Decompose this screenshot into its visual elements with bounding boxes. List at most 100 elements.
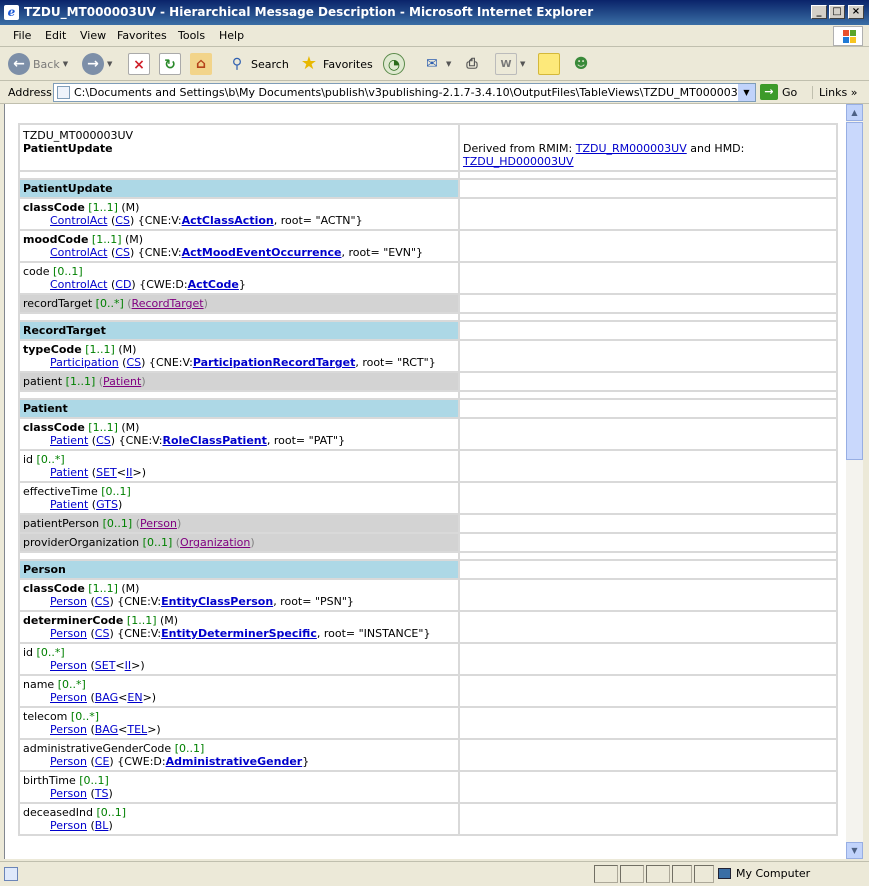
vocabulary-link[interactable]: ActMoodEventOccurrence [182, 246, 342, 259]
association-target-link[interactable]: Organization [180, 536, 250, 549]
class-link[interactable]: ControlAct [50, 278, 107, 291]
scroll-down-icon[interactable]: ▼ [846, 842, 863, 859]
vocabulary-link[interactable]: EntityDeterminerSpecific [161, 627, 317, 640]
inner-datatype-link[interactable]: II [126, 466, 133, 479]
scrollbar-thumb[interactable] [846, 122, 863, 460]
vocabulary-link[interactable]: ActCode [188, 278, 239, 291]
association-target-link[interactable]: Patient [103, 375, 141, 388]
inner-datatype-link[interactable]: EN [127, 691, 142, 704]
forward-button[interactable]: → ▼ [82, 53, 112, 75]
chevron-down-icon[interactable]: ▼ [738, 84, 755, 101]
datatype-link[interactable]: BAG [95, 691, 118, 704]
association-notes-cell [460, 373, 836, 390]
scroll-up-icon[interactable]: ▲ [846, 104, 863, 121]
association-target-link[interactable]: Person [140, 517, 177, 530]
vocabulary-link[interactable]: AdministrativeGender [166, 755, 303, 768]
datatype-link[interactable]: CS [95, 627, 110, 640]
minimize-button[interactable]: _ [811, 5, 827, 19]
class-link[interactable]: Person [50, 659, 87, 672]
vocabulary-link[interactable]: RoleClassPatient [162, 434, 266, 447]
inner-datatype-link[interactable]: II [125, 659, 132, 672]
vocab-root: , root= "EVN"} [341, 246, 424, 259]
datatype-link[interactable]: CD [115, 278, 131, 291]
vertical-scrollbar[interactable]: ▲ ▼ [846, 104, 863, 859]
class-link[interactable]: Patient [50, 466, 88, 479]
menu-help[interactable]: Help [219, 29, 244, 42]
datatype-link[interactable]: CS [126, 356, 141, 369]
links-button[interactable]: Links » [812, 86, 858, 99]
stop-icon: × [128, 53, 150, 75]
attribute-cell: determinerCode [1..1] (M) Person (CS) {CN… [20, 612, 458, 642]
edit-button[interactable]: W ▼ [495, 53, 525, 75]
datatype-link[interactable]: CS [95, 595, 110, 608]
datatype-link[interactable]: SET [95, 659, 116, 672]
cardinality: [0..1] [174, 742, 205, 755]
page-content[interactable]: TZDU_MT000003UV PatientUpdate Derived fr… [4, 104, 846, 859]
datatype-link[interactable]: BAG [95, 723, 118, 736]
attribute-name: effectiveTime [23, 485, 98, 498]
rmim-link[interactable]: TZDU_RM000003UV [576, 142, 687, 155]
class-link[interactable]: ControlAct [50, 246, 107, 259]
go-button[interactable]: → Go [760, 84, 797, 100]
attribute-cell: typeCode [1..1] (M) Participation (CS) {C… [20, 341, 458, 371]
class-link[interactable]: Person [50, 723, 87, 736]
class-link[interactable]: Participation [50, 356, 119, 369]
refresh-button[interactable]: ↻ [159, 53, 181, 75]
datatype-link[interactable]: TS [95, 787, 109, 800]
menu-tools[interactable]: Tools [178, 29, 205, 42]
home-button[interactable]: ⌂ [190, 53, 212, 75]
messenger-button[interactable]: ☻ [570, 53, 592, 75]
datatype-link[interactable]: GTS [96, 498, 118, 511]
attribute-cell: id [0..*] Patient (SET<II>) [20, 451, 458, 481]
address-input[interactable]: C:\Documents and Settings\b\My Documents… [53, 83, 756, 102]
class-link[interactable]: Person [50, 787, 87, 800]
class-link[interactable]: Person [50, 691, 87, 704]
vocab-prefix: CNE:V: [144, 246, 182, 259]
vocabulary-link[interactable]: ActClassAction [182, 214, 274, 227]
vocabulary-link[interactable]: ParticipationRecordTarget [193, 356, 355, 369]
discuss-button[interactable] [538, 53, 560, 75]
attribute-type-line: Patient (CS) {CNE:V:RoleClassPatient, ro… [50, 434, 346, 447]
cardinality: [0..1] [79, 774, 109, 787]
restore-button[interactable]: □ [829, 5, 845, 19]
ie-app-icon: e [4, 5, 19, 20]
menu-view[interactable]: View [80, 29, 106, 42]
attribute-name: determinerCode [23, 614, 124, 627]
favorites-button[interactable]: ★ Favorites [298, 53, 373, 75]
datatype-link[interactable]: CS [115, 214, 130, 227]
class-link[interactable]: Person [50, 819, 87, 832]
datatype-link[interactable]: BL [95, 819, 109, 832]
class-link[interactable]: Patient [50, 434, 88, 447]
stop-button[interactable]: × [128, 53, 150, 75]
association-name: patientPerson [23, 517, 100, 530]
hmd-link[interactable]: TZDU_HD000003UV [463, 155, 574, 168]
datatype-link[interactable]: CS [115, 246, 130, 259]
class-link[interactable]: ControlAct [50, 214, 107, 227]
attribute-type-line: Participation (CS) {CNE:V:ParticipationR… [50, 356, 436, 369]
attribute-cell: classCode [1..1] (M) Person (CS) {CNE:V:E… [20, 580, 458, 610]
search-button[interactable]: ⚲ Search [226, 53, 289, 75]
address-bar: Address C:\Documents and Settings\b\My D… [0, 81, 869, 104]
cardinality: [0..1] [53, 265, 83, 278]
menu-edit[interactable]: Edit [45, 29, 66, 42]
vocabulary-link[interactable]: EntityClassPerson [161, 595, 273, 608]
association-target-link[interactable]: RecordTarget [132, 297, 204, 310]
class-link[interactable]: Patient [50, 498, 88, 511]
inner-datatype-link[interactable]: TEL [127, 723, 147, 736]
vocab-prefix: CNE:V: [124, 627, 162, 640]
class-link[interactable]: Person [50, 755, 87, 768]
class-link[interactable]: Person [50, 595, 87, 608]
menu-file[interactable]: File [13, 29, 31, 42]
back-button[interactable]: ← Back ▼ [8, 53, 68, 75]
print-button[interactable]: ⎙ [461, 53, 483, 75]
datatype-link[interactable]: SET [96, 466, 117, 479]
mail-button[interactable]: ✉ ▼ [421, 53, 451, 75]
chevron-down-icon: ▼ [446, 60, 452, 68]
datatype-link[interactable]: CE [95, 755, 110, 768]
class-link[interactable]: Person [50, 627, 87, 640]
menu-favorites[interactable]: Favorites [117, 29, 167, 42]
history-button[interactable]: ◔ [383, 53, 405, 75]
close-button[interactable]: × [848, 5, 864, 19]
datatype-link[interactable]: CS [96, 434, 111, 447]
refresh-icon: ↻ [159, 53, 181, 75]
